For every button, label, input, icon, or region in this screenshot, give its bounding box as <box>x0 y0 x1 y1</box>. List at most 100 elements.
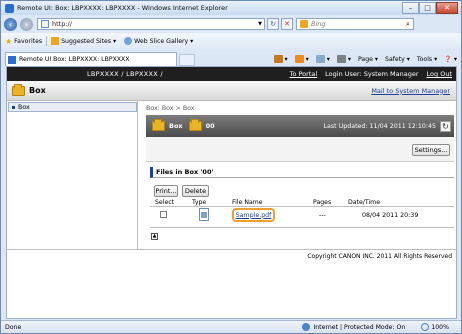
new-tab-button[interactable] <box>179 54 195 66</box>
settings-button[interactable]: Settings... <box>412 144 450 156</box>
nav-bullet-icon <box>12 105 15 109</box>
minimize-button[interactable]: – <box>402 2 419 14</box>
pdf-document-icon <box>199 208 209 221</box>
file-table-header: Select Type File Name Pages Date/Time <box>150 199 454 207</box>
page-title: Box <box>29 86 46 95</box>
page-menu[interactable]: Page ▾ <box>358 56 378 63</box>
print-icon <box>336 55 346 63</box>
chevron-down-icon[interactable]: ▼ <box>256 21 264 27</box>
files-section-heading: Files in Box '00' <box>150 167 454 178</box>
tab-remote-ui-box[interactable]: Remote UI Box: LBPXXXX: LBPXXXX <box>5 52 177 66</box>
maximize-button[interactable]: □ <box>419 2 436 14</box>
log-out-link[interactable]: Log Out <box>427 70 452 78</box>
web-slice-icon <box>124 37 133 45</box>
search-icon[interactable]: ⌕ <box>403 20 413 29</box>
window-title: Remote UI: Box: LBPXXXX: LBPXXXX - Windo… <box>17 4 228 12</box>
web-slice-gallery-link[interactable]: Web Slice Gallery ▾ <box>124 37 193 45</box>
stop-button[interactable]: ✕ <box>281 18 293 30</box>
feeds-icon <box>294 55 304 63</box>
box-label: Box <box>169 122 183 130</box>
box-folder-icon <box>12 83 25 96</box>
zoom-level: 100% <box>431 323 449 331</box>
tab-label: Remote UI Box: LBPXXXX: LBPXXXX <box>19 56 130 63</box>
page-icon <box>41 20 49 28</box>
breadcrumb: Box: Box > Box <box>146 105 195 112</box>
mail-menu-arrow: ▾ <box>326 55 330 63</box>
search-input[interactable]: Bing <box>311 20 403 28</box>
ie-app-icon <box>5 3 14 13</box>
col-pages: Pages <box>313 199 332 206</box>
help-menu[interactable]: ❓ ▾ <box>444 55 457 63</box>
remote-ui-top-band: LBPXXXX / LBPXXXX / To Portal Login User… <box>7 67 456 81</box>
mail-button[interactable]: ▾ <box>315 55 330 63</box>
refresh-button[interactable]: ↻ <box>267 18 279 30</box>
to-portal-link[interactable]: To Portal <box>290 70 318 78</box>
file-pages: --- <box>319 212 326 219</box>
address-row: ‹ › http:// ▼ ↻ ✕ Bing ⌕ <box>1 15 461 33</box>
box-info-bar: Box 00 Last Updated: 11/04 2011 12:10:45… <box>146 115 454 137</box>
safety-menu[interactable]: Safety ▾ <box>385 56 410 63</box>
col-select: Select <box>155 199 175 206</box>
page-header: Box Mail to System Manager <box>7 81 456 101</box>
main-content: Box: Box > Box Box 00 Last Updated: 11/0… <box>140 101 456 249</box>
last-updated: Last Updated: 11/04 2011 12:10:45 <box>323 122 437 130</box>
suggested-sites-link[interactable]: Suggested Sites ▾ <box>51 37 116 45</box>
title-bar: Remote UI: Box: LBPXXXX: LBPXXXX - Windo… <box>1 1 461 15</box>
settings-row: Settings... <box>146 137 454 162</box>
home-button[interactable]: ▾ <box>273 55 288 63</box>
box-folder-icon <box>152 119 165 131</box>
print-button[interactable]: ▾ <box>336 55 351 63</box>
print-menu-arrow: ▾ <box>347 55 351 63</box>
address-bar[interactable]: http:// ▼ <box>37 18 265 30</box>
refresh-icon[interactable]: ↻ <box>440 120 451 132</box>
back-button[interactable]: ‹ <box>4 17 17 31</box>
file-datetime: 08/04 2011 20:39 <box>362 212 419 219</box>
tools-menu[interactable]: Tools ▾ <box>417 56 437 63</box>
box-number-folder-icon <box>188 119 202 131</box>
box-number: 00 <box>205 122 215 130</box>
star-icon: ★ <box>5 36 13 46</box>
mail-icon <box>315 55 325 63</box>
page-footer: Copyright CANON INC. 2011 All Rights Res… <box>7 249 456 261</box>
nav-item-label: Box <box>18 103 30 111</box>
zoom-icon <box>421 323 430 331</box>
left-nav: Box <box>7 101 138 249</box>
tab-page-icon <box>8 55 16 64</box>
col-file-name: File Name <box>232 199 263 206</box>
zone-text: Internet | Protected Mode: On <box>313 323 406 331</box>
feeds-button[interactable]: ▾ <box>294 55 309 63</box>
bing-icon <box>300 20 308 28</box>
url-input[interactable]: http:// <box>52 20 256 28</box>
table-row: Sample.pdf --- 08/04 2011 20:39 <box>150 208 454 224</box>
command-bar: ▾ ▾ ▾ ▾ Page ▾ Safety ▾ Tools ▾ ❓ ▾ <box>267 52 457 66</box>
nav-item-box[interactable]: Box <box>8 102 137 112</box>
status-bar: Done Internet | Protected Mode: On 100% <box>1 320 461 333</box>
home-icon <box>273 55 283 63</box>
favorites-label: Favorites <box>14 37 43 45</box>
delete-file-button[interactable]: Delete <box>182 185 209 197</box>
copyright: Copyright CANON INC. 2011 All Rights Res… <box>307 253 452 260</box>
file-name-link[interactable]: Sample.pdf <box>232 208 275 222</box>
back-to-top-icon[interactable]: ▲ <box>151 233 158 240</box>
print-file-button[interactable]: Print... <box>154 185 178 197</box>
favorites-bar: ★ Favorites Suggested Sites ▾ Web Slice … <box>1 33 461 49</box>
tab-row: Remote UI Box: LBPXXXX: LBPXXXX ▾ ▾ ▾ ▾ … <box>1 49 461 66</box>
suggested-sites-label: Suggested Sites ▾ <box>61 37 117 45</box>
home-menu-arrow: ▾ <box>284 55 288 63</box>
col-type: Type <box>192 199 207 206</box>
status-text: Done <box>5 323 22 331</box>
search-box[interactable]: Bing ⌕ <box>296 18 414 30</box>
forward-button[interactable]: › <box>20 17 33 31</box>
globe-icon <box>302 323 311 331</box>
page-viewport: LBPXXXX / LBPXXXX / To Portal Login User… <box>6 66 457 319</box>
suggested-sites-icon <box>51 37 60 45</box>
browser-window: Remote UI: Box: LBPXXXX: LBPXXXX - Windo… <box>0 0 462 334</box>
divider <box>46 36 48 46</box>
zoom-control[interactable]: 100% <box>421 323 449 331</box>
mail-to-system-manager-link[interactable]: Mail to System Manager <box>371 87 450 95</box>
login-user-text: Login User: System Manager <box>325 70 419 78</box>
close-button[interactable]: ✕ <box>436 2 458 14</box>
security-zone[interactable]: Internet | Protected Mode: On <box>302 323 405 331</box>
select-checkbox[interactable] <box>160 211 167 218</box>
favorites-button[interactable]: ★ Favorites <box>5 37 42 46</box>
